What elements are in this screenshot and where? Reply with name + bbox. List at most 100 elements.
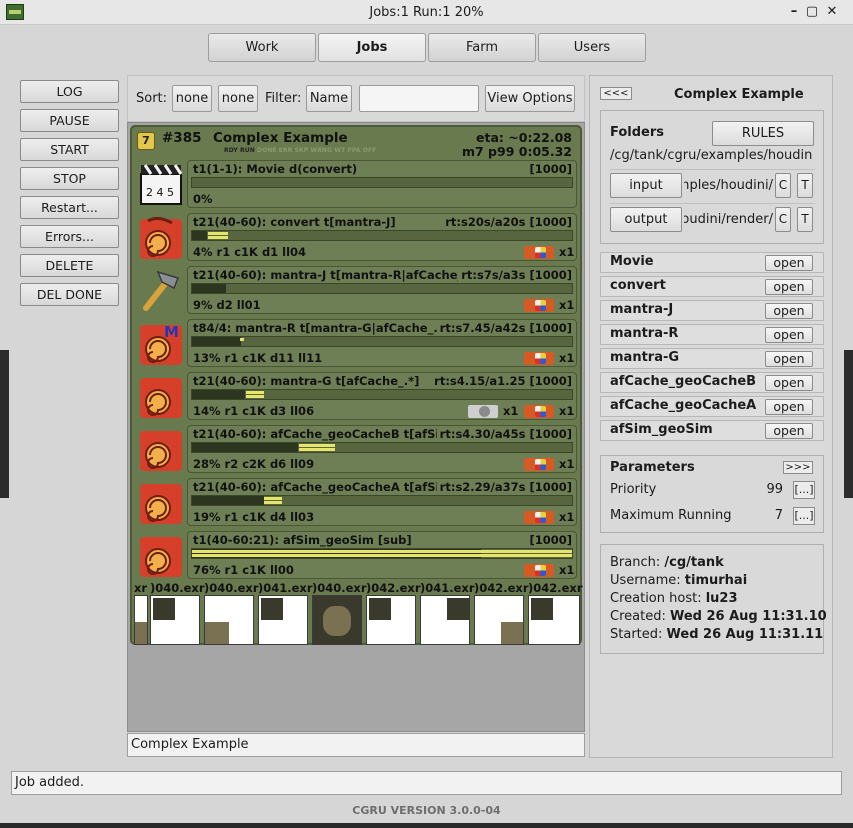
svg-text:M: M [164,323,179,341]
block-progress-fill [192,231,208,240]
open-block-button[interactable]: open [765,351,813,367]
filter-field-button[interactable]: Name [306,85,352,112]
pause-button[interactable]: PAUSE [20,109,119,132]
started-line: Started: Wed 26 Aug 11:31.11 [610,627,823,642]
thumbnail-label: )040.exr [204,581,259,595]
thumbnail-image[interactable] [312,595,362,645]
block-row: afCache_geoCacheB open [600,372,824,393]
open-block-button[interactable]: open [765,399,813,415]
version-label: CGRU VERSION 3.0.0-04 [352,804,501,817]
tab-users[interactable]: Users [538,33,646,62]
thumbnail-image[interactable] [150,595,200,645]
del-done-button[interactable]: DEL DONE [20,283,119,306]
service-count: x1 [559,404,575,418]
block-progress-bar [191,442,573,453]
block-progress-fill [192,390,246,399]
block-info: rt:s7s/a3s [1000] [458,268,572,282]
block-item[interactable]: t84/4: mantra-R t[mantra-G|afCache_.*] r… [187,319,577,367]
output-folder-button[interactable]: output [610,207,682,232]
minimize-icon[interactable]: – [785,3,803,21]
thumbnail-image[interactable] [366,595,416,645]
block-item[interactable]: t21(40-60): afCache_geoCacheB t[afSim rt… [187,425,577,473]
block-stats: 0% [193,192,213,206]
expand-parameters-button[interactable]: >>> [783,461,813,474]
tab-jobs[interactable]: Jobs [318,33,426,62]
block-item[interactable]: t21(40-60): convert t[mantra-J] rt:s20s/… [187,213,577,261]
block-info: rt:s4.15/a1.25 [1000] [431,374,572,388]
terminal-output-button[interactable]: T [797,207,813,232]
collapse-panel-button[interactable]: <<< [600,87,632,100]
username-label: Username: [610,573,681,588]
block-progress-fill [192,496,265,505]
branch-label: Branch: [610,555,661,570]
terminal-input-button[interactable]: T [797,173,813,198]
block-row-name: afCache_geoCacheA [610,398,757,413]
close-icon[interactable]: ✕ [823,3,841,21]
input-folder-button[interactable]: input [610,173,682,198]
block-row: Movie open [600,252,824,273]
block-item[interactable]: t1(1-1): Movie d(convert) [1000] 0% [187,160,577,208]
maximize-icon[interactable]: ▢ [803,3,821,21]
created-value: Wed 26 Aug 11:31.10 [669,609,827,624]
selected-job-field[interactable]: Complex Example [127,733,585,757]
edit-priority-button[interactable]: [...] [793,481,815,499]
copy-output-button[interactable]: C [775,207,791,232]
block-progress-fill [192,284,227,293]
view-options-button[interactable]: View Options [485,85,575,112]
service-count: x1 [559,457,575,471]
running-tasks-bar [208,236,228,239]
open-block-button[interactable]: open [765,255,813,271]
open-block-button[interactable]: open [765,327,813,343]
open-block-button[interactable]: open [765,303,813,319]
sort-primary-button[interactable]: none [172,85,212,112]
start-button[interactable]: START [20,138,119,161]
thumbnail-image[interactable] [134,595,148,645]
thumbnail-image[interactable] [420,595,470,645]
tab-farm[interactable]: Farm [428,33,536,62]
thumbnail-label: )040.exr [312,581,367,595]
sort-secondary-button[interactable]: none [218,85,258,112]
block-row-name: Movie [610,254,654,269]
delete-button[interactable]: DELETE [20,254,119,277]
window-title: Jobs:1 Run:1 20% [369,5,484,20]
block-row-name: afSim_geoSim [610,422,713,437]
houdini-icon [140,431,182,471]
houdini-icon [140,484,182,524]
block-row: mantra-R open [600,324,824,345]
thumbnail-label: )041.exr [420,581,475,595]
open-block-button[interactable]: open [765,375,813,391]
thumbnail-image[interactable] [528,595,580,645]
edit-max-running-button[interactable]: [...] [793,507,815,525]
copy-input-button[interactable]: C [775,173,791,198]
block-row-name: mantra-G [610,350,680,365]
block-info: rt:s2.29/a37s [1000] [436,480,572,494]
host-label: Creation host: [610,591,702,606]
errors-button[interactable]: Errors... [20,225,119,248]
job-item[interactable]: 7 #385 Complex Example RDY RUN DONE ERR … [130,125,583,645]
block-item[interactable]: t21(40-60): mantra-G t[afCache_.*] rt:s4… [187,372,577,420]
thumbnail-image[interactable] [474,595,524,645]
job-list[interactable]: 7 #385 Complex Example RDY RUN DONE ERR … [127,122,585,732]
max-running-row: Maximum Running 7 [...] [610,507,815,528]
block-item[interactable]: t21(40-60): mantra-J t[mantra-R|afCache_… [187,266,577,314]
service-count: x1 [559,298,575,312]
running-tasks-bar [264,501,282,504]
stop-button[interactable]: STOP [20,167,119,190]
filter-input[interactable] [359,85,479,112]
block-item[interactable]: t1(40-60:21): afSim_geoSim [sub] [1000] … [187,531,577,579]
restart-button[interactable]: Restart... [20,196,119,219]
open-block-button[interactable]: open [765,279,813,295]
folders-label: Folders [610,125,665,140]
bottom-border [0,823,853,828]
block-item[interactable]: t21(40-60): afCache_geoCacheA t[afSim rt… [187,478,577,526]
thumbnail-image[interactable] [204,595,254,645]
open-block-button[interactable]: open [765,423,813,439]
thumbnail-image[interactable] [258,595,308,645]
created-line: Created: Wed 26 Aug 11:31.10 [610,609,827,624]
tab-work[interactable]: Work [208,33,316,62]
log-button[interactable]: LOG [20,80,119,103]
block-info: [1000] [526,533,572,547]
rules-button[interactable]: RULES [712,121,814,146]
host-value: lu23 [705,591,738,606]
running-tasks-bar [240,338,244,341]
